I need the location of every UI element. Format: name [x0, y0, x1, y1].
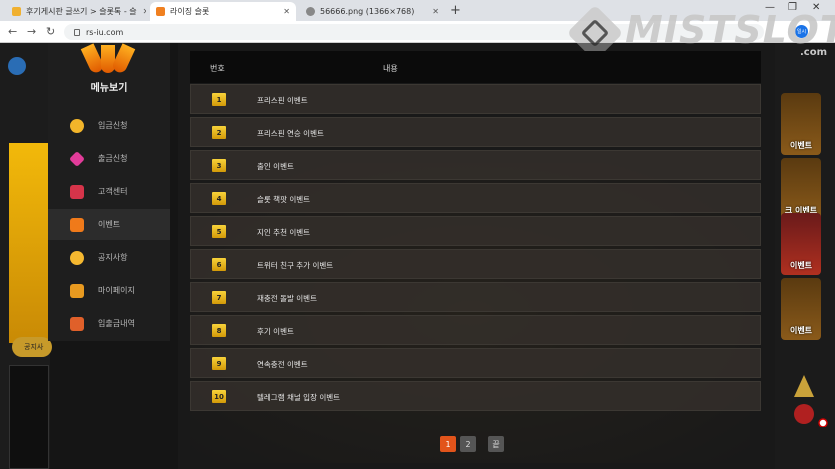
row-title[interactable]: 후기 이벤트: [257, 326, 294, 337]
row-number: 7: [212, 291, 226, 304]
row-number: 9: [212, 357, 226, 370]
sidebar-item-label: 고객센터: [98, 187, 128, 196]
close-icon[interactable]: ✕: [137, 7, 146, 16]
table-header: 번호 내용: [190, 51, 761, 83]
site-logo[interactable]: [78, 43, 138, 75]
browser-tab-2[interactable]: 라이징 슬롯 ✕: [150, 2, 296, 21]
row-number: 10: [212, 390, 226, 403]
sidebar-item-label: 마이페이지: [98, 286, 135, 295]
sidebar-item-notice[interactable]: 공지사항: [48, 242, 170, 273]
table-row[interactable]: 4 슬롯 책팟 이벤트: [190, 183, 761, 213]
tab-title: 라이징 슬롯: [170, 7, 210, 16]
game-grid: [9, 365, 49, 469]
page-button-1[interactable]: 1: [440, 436, 456, 452]
row-number: 2: [212, 126, 226, 139]
header-number: 번호: [210, 64, 225, 73]
table-row[interactable]: 7 재충전 돌발 이벤트: [190, 282, 761, 312]
sidebar-item-deposit[interactable]: 입금신청: [48, 110, 170, 141]
box-icon: [70, 316, 84, 331]
pagination: 1 2 끝: [440, 436, 508, 452]
row-title[interactable]: 프리스핀 연승 이벤트: [257, 128, 324, 139]
gem-icon: [69, 150, 85, 167]
promo-card[interactable]: 이벤트: [781, 213, 821, 275]
promo-card[interactable]: 이벤트: [781, 93, 821, 155]
gift-icon: [70, 217, 84, 232]
row-title[interactable]: 슬롯 책팟 이벤트: [257, 194, 310, 205]
event-list-panel: 번호 내용 1 프리스핀 이벤트 2 프리스핀 연승 이벤트 3 출인 이벤트 …: [178, 43, 775, 469]
table-row[interactable]: 2 프리스핀 연승 이벤트: [190, 117, 761, 147]
sidebar-item-label: 출금신청: [98, 154, 128, 163]
sidebar-item-event[interactable]: 이벤트: [48, 209, 170, 240]
row-number: 5: [212, 225, 226, 238]
headset-icon: [70, 184, 84, 199]
row-title[interactable]: 연속충전 이벤트: [257, 359, 308, 370]
lock-icon: [74, 28, 80, 36]
browser-tab-3[interactable]: 56666.png (1366×768) ✕: [300, 2, 445, 21]
header-content: 내용: [383, 64, 398, 73]
close-icon[interactable]: ✕: [426, 7, 439, 16]
promo-label: 이벤트: [789, 326, 813, 335]
row-title[interactable]: 텔레그램 채널 입장 이벤트: [257, 392, 340, 403]
promo-label: 이벤트: [789, 261, 813, 270]
telegram-icon[interactable]: [8, 57, 26, 75]
sidebar-item-label: 공지사항: [98, 253, 128, 262]
left-background: 공지사: [0, 43, 52, 469]
favicon-icon: [12, 7, 21, 16]
row-title[interactable]: 재충전 돌발 이벤트: [257, 293, 317, 304]
watermark-suffix: .com: [800, 47, 828, 58]
forward-icon[interactable]: →: [27, 25, 36, 38]
promo-banner: [9, 143, 49, 343]
row-number: 4: [212, 192, 226, 205]
sidebar-item-label: 입출금내역: [98, 319, 135, 328]
table-row[interactable]: 6 트위터 친구 추가 이벤트: [190, 249, 761, 279]
table-row[interactable]: 1 프리스핀 이벤트: [190, 84, 761, 114]
row-number: 1: [212, 93, 226, 106]
row-number: 6: [212, 258, 226, 271]
back-icon[interactable]: ←: [8, 25, 17, 38]
sidebar-item-support[interactable]: 고객센터: [48, 176, 170, 207]
tab-title: 후기게시판 글쓰기 > 슬롯톡 - 슬: [26, 7, 137, 16]
sidebar-menu: 메뉴보기 입금신청 출금신청 고객센터 이벤트 공지사항 마이페이지 입출금내역: [48, 43, 170, 341]
new-tab-button[interactable]: +: [450, 3, 461, 18]
crown-icon: [70, 283, 84, 298]
table-row[interactable]: 9 연속충전 이벤트: [190, 348, 761, 378]
globe-icon: [306, 7, 315, 16]
row-title[interactable]: 출인 이벤트: [257, 161, 294, 172]
row-number: 3: [212, 159, 226, 172]
table-row[interactable]: 10 텔레그램 채널 입장 이벤트: [190, 381, 761, 411]
page-button-last[interactable]: 끝: [488, 436, 504, 452]
row-title[interactable]: 트위터 친구 추가 이벤트: [257, 260, 333, 271]
brand-badge: [776, 372, 831, 428]
promo-label: 이벤트: [789, 141, 813, 150]
balloon-icon: [70, 250, 84, 265]
close-icon[interactable]: ✕: [277, 7, 290, 16]
sidebar-item-mypage[interactable]: 마이페이지: [48, 275, 170, 306]
url-text: rs-iu.com: [86, 27, 124, 37]
sidebar-item-label: 이벤트: [98, 220, 121, 229]
browser-tab-1[interactable]: 후기게시판 글쓰기 > 슬롯톡 - 슬 ✕: [6, 2, 146, 21]
tab-title: 56666.png (1366×768): [320, 7, 415, 16]
reload-icon[interactable]: ↻: [46, 25, 55, 38]
row-number: 8: [212, 324, 226, 337]
row-title[interactable]: 프리스핀 이벤트: [257, 95, 308, 106]
row-title[interactable]: 지인 추천 이벤트: [257, 227, 310, 238]
notice-button[interactable]: 공지사: [12, 337, 52, 357]
badge-art: [794, 375, 828, 428]
coin-icon: [70, 118, 84, 133]
menu-title: 메뉴보기: [90, 83, 128, 94]
table-row[interactable]: 8 후기 이벤트: [190, 315, 761, 345]
sidebar-item-history[interactable]: 입출금내역: [48, 308, 170, 339]
sidebar-item-withdraw[interactable]: 출금신청: [48, 143, 170, 174]
page-button-2[interactable]: 2: [460, 436, 476, 452]
promo-card[interactable]: 이벤트: [781, 278, 821, 340]
table-row[interactable]: 3 출인 이벤트: [190, 150, 761, 180]
sidebar-item-label: 입금신청: [98, 121, 128, 130]
table-row[interactable]: 5 지인 추천 이벤트: [190, 216, 761, 246]
favicon-icon: [156, 7, 165, 16]
promo-card[interactable]: 크 이벤트: [781, 158, 821, 220]
